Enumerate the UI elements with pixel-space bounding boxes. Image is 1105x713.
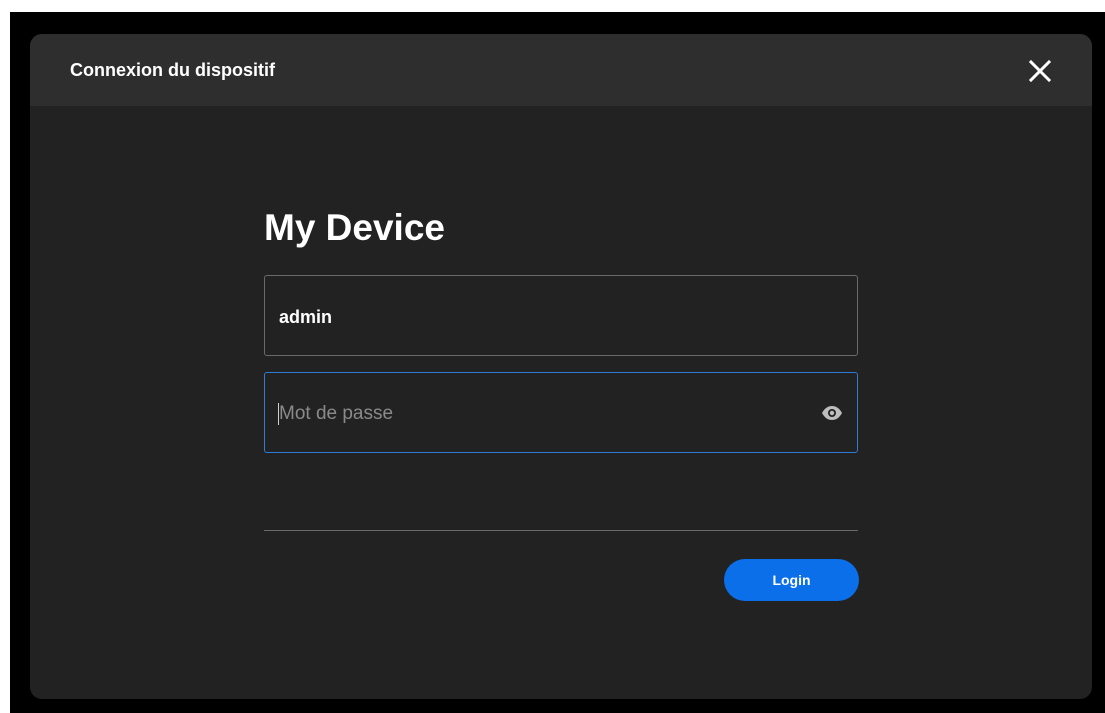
password-field[interactable]: Mot de passe: [264, 372, 858, 453]
dialog-title: Connexion du dispositif: [70, 60, 275, 80]
device-login-dialog: Connexion du dispositif My Device admin …: [30, 34, 1092, 699]
device-name-heading: My Device: [264, 207, 445, 248]
form-divider: [264, 530, 858, 531]
close-button[interactable]: [1026, 57, 1054, 85]
username-value: admin: [279, 307, 333, 327]
close-icon: [1028, 59, 1052, 83]
login-button[interactable]: Login: [724, 559, 859, 601]
eye-icon[interactable]: [821, 404, 843, 422]
username-field[interactable]: admin: [264, 275, 858, 356]
password-placeholder: Mot de passe: [279, 403, 394, 424]
dialog-titlebar: Connexion du dispositif: [30, 34, 1092, 106]
